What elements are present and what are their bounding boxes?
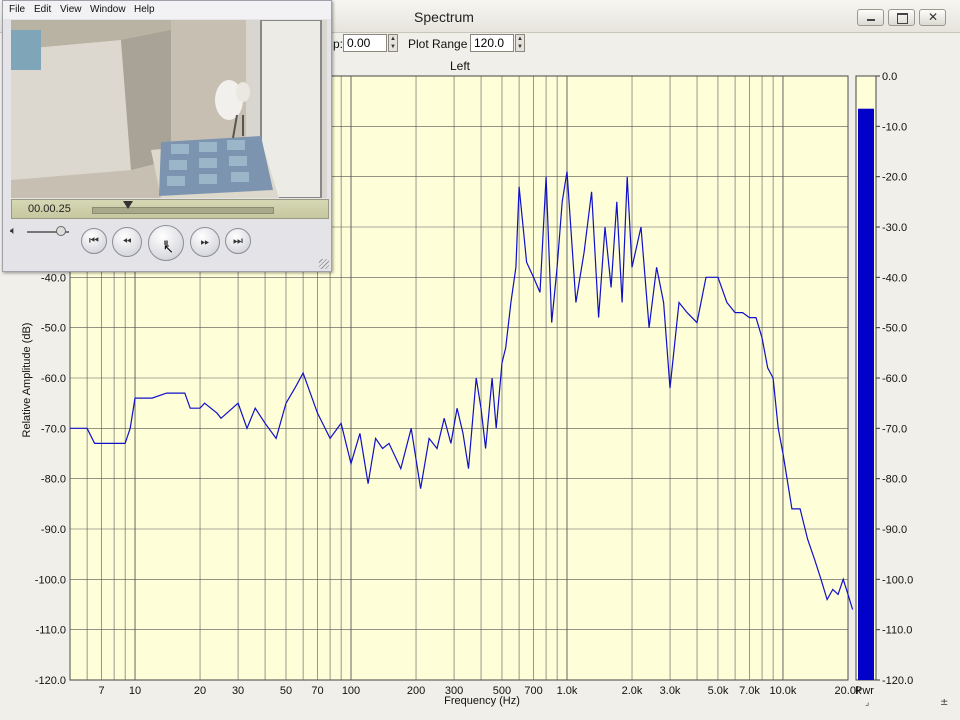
y-tick-label: -40.0 — [41, 272, 66, 284]
x-tick-label: 200 — [407, 685, 425, 697]
mouse-cursor-icon: ↖ — [163, 241, 174, 256]
x-axis-label: Frequency (Hz) — [444, 695, 520, 707]
menu-view[interactable]: View — [60, 4, 82, 15]
meter-tick-label: -120.0 — [882, 675, 913, 687]
meter-scale: 0.0 -10.0 -20.0 -30.0 -40.0 -50.0 -60.0 -70.0 -8… — [876, 72, 913, 687]
meter-label: Pwr — [855, 685, 874, 697]
rewind-icon: ⏪︎ — [122, 235, 132, 248]
meter-tick-label: 0.0 — [882, 72, 897, 83]
menu-window[interactable]: Window — [90, 4, 126, 15]
menu-edit[interactable]: Edit — [34, 4, 51, 15]
meter-tick-label: -100.0 — [882, 574, 913, 586]
meter-tick-label: -60.0 — [882, 373, 907, 385]
skip-back-button[interactable]: ⏮︎ — [81, 228, 107, 254]
meter-tick-label: -70.0 — [882, 423, 907, 435]
start-label: p: — [333, 37, 344, 51]
y-axis-label: Relative Amplitude (dB) — [21, 323, 33, 438]
y-tick-label: -90.0 — [41, 524, 66, 536]
meter-tick-label: -50.0 — [882, 323, 907, 335]
volume-icon: 🔈︎ — [10, 225, 17, 237]
y-tick-label: -100.0 — [35, 574, 66, 586]
x-tick-label: 50 — [280, 685, 292, 697]
x-tick-label: 5.0k — [708, 685, 729, 697]
y-tick-label: -110.0 — [36, 625, 66, 637]
video-frame[interactable] — [11, 20, 327, 198]
x-tick-label: 7 — [98, 685, 104, 697]
meter-tick-label: -30.0 — [882, 222, 907, 234]
close-button[interactable]: ✕ — [919, 9, 946, 26]
x-tick-label: 1.0k — [557, 685, 578, 697]
fast-forward-icon: ⏩︎ — [200, 235, 210, 248]
meter-resize-icon[interactable]: ⌟ — [865, 698, 869, 708]
x-tick-label: 70 — [311, 685, 323, 697]
skip-forward-icon: ⏭︎ — [233, 234, 243, 247]
y-axis: -40.0 -50.0 -60.0 -70.0 -80.0 -90.0 -100.0 -110… — [35, 272, 66, 687]
meter-level-bar — [858, 108, 874, 680]
plot-range-input[interactable] — [470, 34, 514, 52]
y-tick-label: -70.0 — [41, 423, 66, 435]
fast-forward-button[interactable]: ⏩︎ — [190, 227, 220, 257]
x-tick-label: 20 — [194, 685, 206, 697]
y-tick-label: -120.0 — [35, 675, 66, 687]
time-bar: 00.00.25 — [11, 199, 329, 219]
meter-tick-label: -110.0 — [882, 625, 912, 637]
meter-tick-label: -10.0 — [882, 121, 907, 133]
x-tick-label: 100 — [342, 685, 360, 697]
plot-range-spinner[interactable]: ▲ ▼ — [515, 34, 525, 52]
meter-tick-label: -20.0 — [882, 172, 907, 184]
player-menu-bar: File Edit View Window Help — [3, 1, 331, 19]
meter-tick-label: -90.0 — [882, 524, 907, 536]
close-icon: ✕ — [928, 10, 939, 24]
start-input[interactable] — [343, 34, 387, 52]
meter-tick-label: -80.0 — [882, 474, 907, 486]
y-tick-label: -60.0 — [41, 373, 66, 385]
volume-knob[interactable] — [55, 226, 66, 236]
x-tick-label: 7.0k — [739, 685, 760, 697]
x-tick-label: 10 — [129, 685, 141, 697]
plot-range-label: Plot Range — [408, 37, 468, 51]
menu-help[interactable]: Help — [134, 4, 155, 15]
x-tick-label: 10.0k — [770, 685, 797, 697]
y-tick-label: -80.0 — [41, 474, 66, 486]
meter-tick-label: -40.0 — [882, 272, 907, 284]
time-display: 00.00.25 — [28, 203, 71, 215]
window-resize-icon[interactable]: ± — [940, 697, 948, 708]
skip-back-icon: ⏮︎ — [89, 234, 99, 247]
x-tick-label: 30 — [232, 685, 244, 697]
y-tick-label: -50.0 — [41, 323, 66, 335]
player-resize-grip[interactable] — [319, 259, 329, 269]
x-tick-label: 3.0k — [660, 685, 681, 697]
menu-file[interactable]: File — [9, 4, 25, 15]
scrub-thumb[interactable] — [123, 201, 133, 209]
media-player-window: File Edit View Window Help 00.00.25 🔈︎ ⏮… — [2, 0, 332, 272]
video-scene-image — [11, 20, 327, 198]
start-spinner[interactable]: ▲ ▼ — [388, 34, 398, 52]
x-tick-label: 700 — [524, 685, 542, 697]
skip-forward-button[interactable]: ⏭︎ — [225, 228, 251, 254]
rewind-button[interactable]: ⏪︎ — [112, 227, 142, 257]
spectrum-window: Spectrum ✕ p: ▲▼ Plot Range ▲▼ Left 7102… — [0, 0, 960, 720]
scrub-track[interactable] — [92, 207, 274, 214]
maximize-button[interactable] — [888, 9, 915, 26]
x-tick-label: 2.0k — [622, 685, 643, 697]
minimize-button[interactable] — [857, 9, 884, 26]
